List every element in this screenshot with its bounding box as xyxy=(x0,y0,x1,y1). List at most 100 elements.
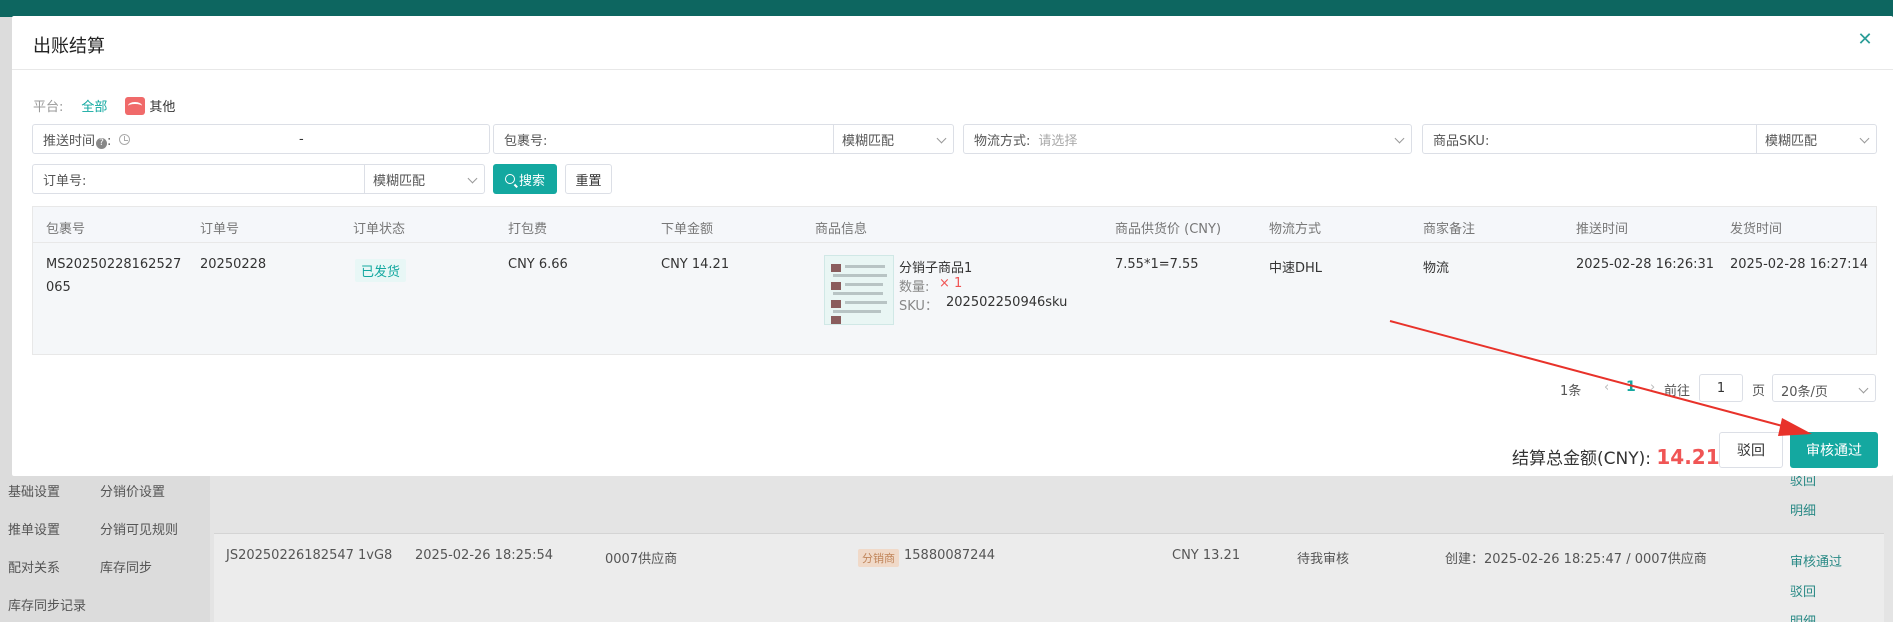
platform-other-option[interactable]: 其他 xyxy=(125,96,175,115)
platform-filter: 平台: 全部 其他 xyxy=(33,96,175,115)
logistics-placeholder: 请选择 xyxy=(1038,133,1078,149)
page-size-select[interactable]: 20条/页 xyxy=(1772,374,1876,402)
next-page-icon[interactable]: › xyxy=(1650,380,1655,395)
package-match-value: 模糊匹配 xyxy=(842,133,895,149)
package-match-select[interactable]: 模糊匹配 xyxy=(833,125,953,153)
qty-value: × 1 xyxy=(939,276,963,291)
cell-order-amount: CNY 14.21 xyxy=(661,257,730,272)
order-match-select[interactable]: 模糊匹配 xyxy=(364,165,484,193)
pagination-current-page[interactable]: 1 xyxy=(1626,379,1636,395)
search-icon xyxy=(504,174,515,184)
sku-value: 202502250946sku xyxy=(946,295,1068,310)
bg-row-time: 2025-02-26 18:25:54 xyxy=(415,548,554,563)
close-icon[interactable]: ✕ xyxy=(1855,30,1875,50)
bg-detail-link-2[interactable]: 明细 xyxy=(1790,611,1816,622)
sidebar-item-distribution-price[interactable]: 分销价设置 xyxy=(100,481,165,500)
pagination-goto-label: 前往 xyxy=(1664,384,1691,399)
order-label: 订单号: xyxy=(43,173,87,189)
bg-row-role-tag: 分销商 xyxy=(858,549,899,567)
th-packing-fee: 打包费 xyxy=(508,222,548,237)
sidebar-item-basic-settings[interactable]: 基础设置 xyxy=(8,481,60,500)
product-name: 分销子商品1 xyxy=(899,261,973,276)
dialog-header: 出账结算 ✕ xyxy=(12,16,1893,70)
bg-row-supplier: 0007供应商 xyxy=(605,552,678,567)
settlement-dialog: 出账结算 ✕ 平台: 全部 其他 推送时间?: - 包裹号: 模糊匹配 物流方式… xyxy=(12,16,1893,476)
bg-row-created: 创建：2025-02-26 18:25:47 / 0007供应商 xyxy=(1445,552,1707,567)
cell-ship-time: 2025-02-28 16:27:14 xyxy=(1730,257,1869,272)
cell-push-time: 2025-02-28 16:26:31 xyxy=(1576,257,1715,272)
bg-reject-link-2[interactable]: 驳回 xyxy=(1790,581,1816,600)
pagination-page-unit: 页 xyxy=(1752,384,1766,399)
th-merchant-note: 商家备注 xyxy=(1423,222,1476,237)
page-size-value: 20条/页 xyxy=(1781,385,1828,400)
page-jump-input[interactable] xyxy=(1699,374,1743,402)
table-row[interactable]: MS20250228162527 065 20250228 已发货 CNY 6.… xyxy=(33,243,1876,355)
approve-button[interactable]: 审核通过 xyxy=(1790,432,1878,468)
platform-all-option[interactable]: 全部 xyxy=(81,96,107,115)
sidebar-item-pairing[interactable]: 配对关系 xyxy=(8,557,60,576)
other-platform-icon xyxy=(125,96,146,115)
dialog-title: 出账结算 xyxy=(33,36,105,57)
chevron-down-icon xyxy=(1859,133,1870,144)
reject-button[interactable]: 驳回 xyxy=(1719,432,1783,468)
bg-detail-link[interactable]: 明细 xyxy=(1790,500,1816,519)
th-supply-price: 商品供货价 (CNY) xyxy=(1115,222,1222,237)
order-number-input[interactable]: 订单号: 模糊匹配 xyxy=(32,164,485,194)
sku-match-select[interactable]: 模糊匹配 xyxy=(1756,125,1876,153)
search-button-label: 搜索 xyxy=(518,173,545,189)
push-time-label: 推送时间?: xyxy=(43,133,112,149)
bg-row-status: 待我审核 xyxy=(1297,552,1350,567)
status-badge: 已发货 xyxy=(355,259,407,282)
th-product-info: 商品信息 xyxy=(815,222,868,237)
sku-label: 商品SKU: xyxy=(1433,133,1490,149)
package-label: 包裹号: xyxy=(504,133,548,149)
background-table-row xyxy=(214,533,1884,622)
chevron-down-icon xyxy=(1858,383,1869,394)
total-label: 结算总金额(CNY): xyxy=(1512,449,1651,469)
cell-note: 物流 xyxy=(1423,261,1450,276)
sidebar-item-visibility-rules[interactable]: 分销可见规则 xyxy=(100,519,178,538)
reset-button[interactable]: 重置 xyxy=(565,164,612,194)
cell-packing-fee: CNY 6.66 xyxy=(508,257,568,272)
settlement-total: 结算总金额(CNY): 14.21 xyxy=(1512,444,1720,469)
sku-label: SKU： xyxy=(899,299,938,314)
th-push-time: 推送时间 xyxy=(1576,222,1629,237)
sidebar-item-stock-sync-log[interactable]: 库存同步记录 xyxy=(8,595,86,614)
cell-package-line2: 065 xyxy=(46,280,71,295)
th-logistics: 物流方式 xyxy=(1269,222,1322,237)
pagination-total: 1条 xyxy=(1560,384,1582,399)
range-separator: - xyxy=(299,132,304,147)
help-icon[interactable]: ? xyxy=(96,137,108,149)
cell-order: 20250228 xyxy=(200,257,267,272)
th-package: 包裹号 xyxy=(46,222,86,237)
sku-match-value: 模糊匹配 xyxy=(1765,133,1818,149)
product-thumbnail[interactable] xyxy=(824,255,894,325)
qty-label: 数量: xyxy=(899,280,930,295)
sidebar-item-push-settings[interactable]: 推单设置 xyxy=(8,519,60,538)
total-amount: 14.21 xyxy=(1656,445,1720,469)
chevron-down-icon xyxy=(467,173,478,184)
prev-page-icon[interactable]: ‹ xyxy=(1604,380,1609,395)
search-button[interactable]: 搜索 xyxy=(493,164,557,194)
sku-input[interactable]: 商品SKU: 模糊匹配 xyxy=(1422,124,1877,154)
push-time-range-picker[interactable]: 推送时间?: - xyxy=(32,124,490,154)
package-number-input[interactable]: 包裹号: 模糊匹配 xyxy=(493,124,954,154)
bg-row-amount: CNY 13.21 xyxy=(1172,548,1241,563)
clock-icon xyxy=(119,133,131,145)
cell-package-line1: MS20250228162527 xyxy=(46,257,182,272)
th-order: 订单号 xyxy=(200,222,240,237)
logistics-select[interactable]: 物流方式: 请选择 xyxy=(963,124,1412,154)
settlement-table: 包裹号 订单号 订单状态 打包费 下单金额 商品信息 商品供货价 (CNY) 物… xyxy=(32,206,1877,355)
th-order-status: 订单状态 xyxy=(353,222,406,237)
platform-label: 平台: xyxy=(33,100,64,115)
sidebar-item-stock-sync[interactable]: 库存同步 xyxy=(100,557,152,576)
bg-approve-link[interactable]: 审核通过 xyxy=(1790,551,1842,570)
th-order-amount: 下单金额 xyxy=(661,222,714,237)
cell-supply-price: 7.55*1=7.55 xyxy=(1115,257,1199,272)
app-header xyxy=(0,0,1893,17)
chevron-down-icon xyxy=(936,133,947,144)
bg-row-id: JS20250226182547 1vG8 xyxy=(226,548,393,563)
table-header: 包裹号 订单号 订单状态 打包费 下单金额 商品信息 商品供货价 (CNY) 物… xyxy=(33,207,1876,243)
logistics-label: 物流方式: xyxy=(974,133,1031,149)
bg-row-phone: 15880087244 xyxy=(904,548,995,563)
